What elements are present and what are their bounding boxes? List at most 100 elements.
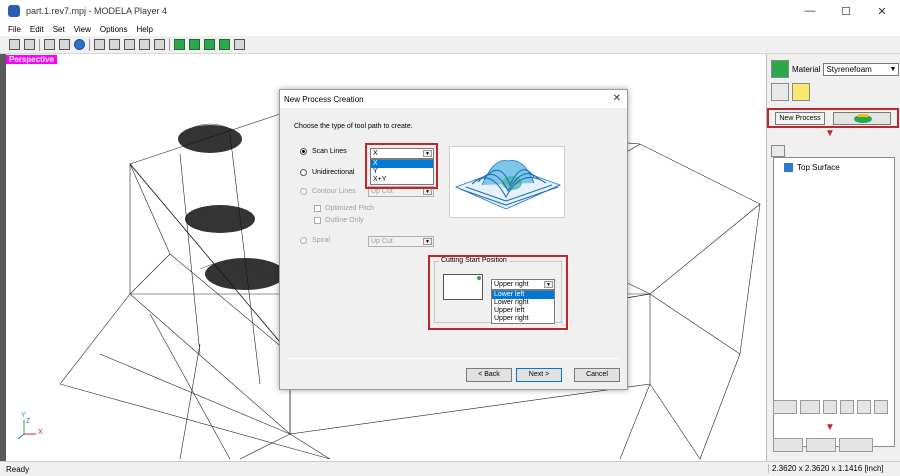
menu-edit[interactable]: Edit [30,25,44,34]
checkbox-icon [314,205,321,212]
tree-tab-icon[interactable] [771,145,785,157]
dialog-close-icon[interactable]: ✕ [613,93,621,104]
chevron-down-icon: ▼ [423,238,432,245]
axis-icon [17,420,36,440]
radio-icon [300,169,307,176]
render-icon[interactable] [74,39,85,50]
open-icon[interactable] [9,39,20,50]
menu-help[interactable]: Help [136,25,152,34]
delete-icon[interactable] [773,400,797,414]
background-strip [0,54,6,461]
copy-icon[interactable] [823,400,837,414]
zoom-icon[interactable] [124,39,135,50]
back-button[interactable]: < Back [466,368,512,382]
radio-label: Unidirectional [312,169,355,176]
radio-icon [300,237,307,244]
tree-toolbar [771,145,788,157]
tree-action-toolbar [773,400,891,414]
material-value: Styrenefoam [826,64,872,74]
fit-icon[interactable] [139,39,150,50]
next-button[interactable]: Next > [516,368,562,382]
remove-icon[interactable] [840,400,854,414]
axis-y-label: Y [21,412,26,419]
pan-icon[interactable] [94,39,105,50]
new-process-wizard-button[interactable] [833,112,891,125]
minimize-button[interactable]: — [792,0,828,22]
status-text: Ready [6,465,30,474]
right-panel: Material Styrenefoam ▼ New Process ▼ Top… [766,54,900,461]
maximize-button[interactable]: ☐ [828,0,864,22]
toolbar-separator [89,38,90,51]
combo-value: Up Cut [371,188,393,195]
toolbar [0,36,900,54]
radio-unidirectional[interactable]: Unidirectional [300,169,354,176]
menu-set[interactable]: Set [53,25,65,34]
radio-icon [300,188,307,195]
orbit-icon[interactable] [59,39,70,50]
view-front-icon[interactable] [189,39,200,50]
checkbox-optimized-pitch[interactable]: Optimized Pitch [314,205,374,212]
menu-file[interactable]: File [8,25,21,34]
checkbox-label: Outline Only [325,217,364,224]
checkbox-outline-only[interactable]: Outline Only [314,217,364,224]
radio-contour-lines[interactable]: Contour Lines [300,188,356,195]
scan-direction-highlight [365,143,438,189]
material-row: Material Styrenefoam ▼ [771,60,900,78]
red-arrow-icon: ▼ [825,128,835,139]
view-iso-icon[interactable] [219,39,230,50]
preview-cut-icon[interactable] [773,438,803,452]
toolbar-separator [39,38,40,51]
move-up-icon[interactable] [857,400,871,414]
simulate-icon[interactable] [806,438,836,452]
edit-icon[interactable] [800,400,820,414]
app-icon [8,5,20,17]
view-top-icon[interactable] [174,39,185,50]
radio-label: Scan Lines [312,148,347,155]
save-icon[interactable] [24,39,35,50]
radio-spiral[interactable]: Spiral [300,237,330,244]
model-size-readout: 2.3620 x 2.3620 x 1.1416 [inch] [768,464,884,473]
grid-icon[interactable] [234,39,245,50]
radio-checked-icon [300,148,307,155]
toolpath-illustration [454,160,562,210]
chevron-down-icon: ▼ [889,65,897,73]
rotate-icon[interactable] [44,39,55,50]
close-button[interactable]: ✕ [864,0,900,22]
cancel-button[interactable]: Cancel [574,368,620,382]
status-bar: Ready 2.3620 x 2.3620 x 1.1416 [inch] [0,461,900,476]
checkbox-icon [314,217,321,224]
material-select[interactable]: Styrenefoam ▼ [823,62,900,76]
toolpath-preview-image [449,146,565,218]
tree-item-top-surface[interactable]: Top Surface [784,163,840,172]
toolbar-separator [169,38,170,51]
dialog-prompt: Choose the type of tool path to create. [294,123,413,130]
new-process-button[interactable]: New Process [775,112,825,125]
spiral-direction-select[interactable]: Up Cut ▼ [368,236,434,247]
radio-scan-lines[interactable]: Scan Lines [300,148,347,155]
radio-label: Contour Lines [312,188,356,195]
panel-toolbar [771,83,813,101]
tool-icon [854,114,872,123]
zoom-window-icon[interactable] [154,39,165,50]
menu-view[interactable]: View [74,25,91,34]
combo-value: Up Cut [371,238,393,245]
axis-z-label: Z [26,418,31,425]
dialog-separator [288,358,619,359]
output-toolbar [773,438,876,452]
cutting-start-highlight [428,255,568,330]
menu-bar: File Edit Set View Options Help [0,22,900,36]
material-icon[interactable] [771,60,789,78]
move-icon[interactable] [109,39,120,50]
chevron-down-icon: ▼ [423,188,432,195]
perspective-label: Perspective [6,55,57,64]
axis-indicator: Y X Z [14,412,44,442]
model-icon[interactable] [771,83,789,101]
menu-options[interactable]: Options [100,25,128,34]
move-down-icon[interactable] [874,400,888,414]
view-right-icon[interactable] [204,39,215,50]
tree-item-label: Top Surface [797,163,840,172]
cut-output-icon[interactable] [839,438,873,452]
radio-label: Spiral [312,237,330,244]
window-title: part.1.rev7.mpj - MODELA Player 4 [26,6,168,16]
process-list-icon[interactable] [792,83,810,101]
